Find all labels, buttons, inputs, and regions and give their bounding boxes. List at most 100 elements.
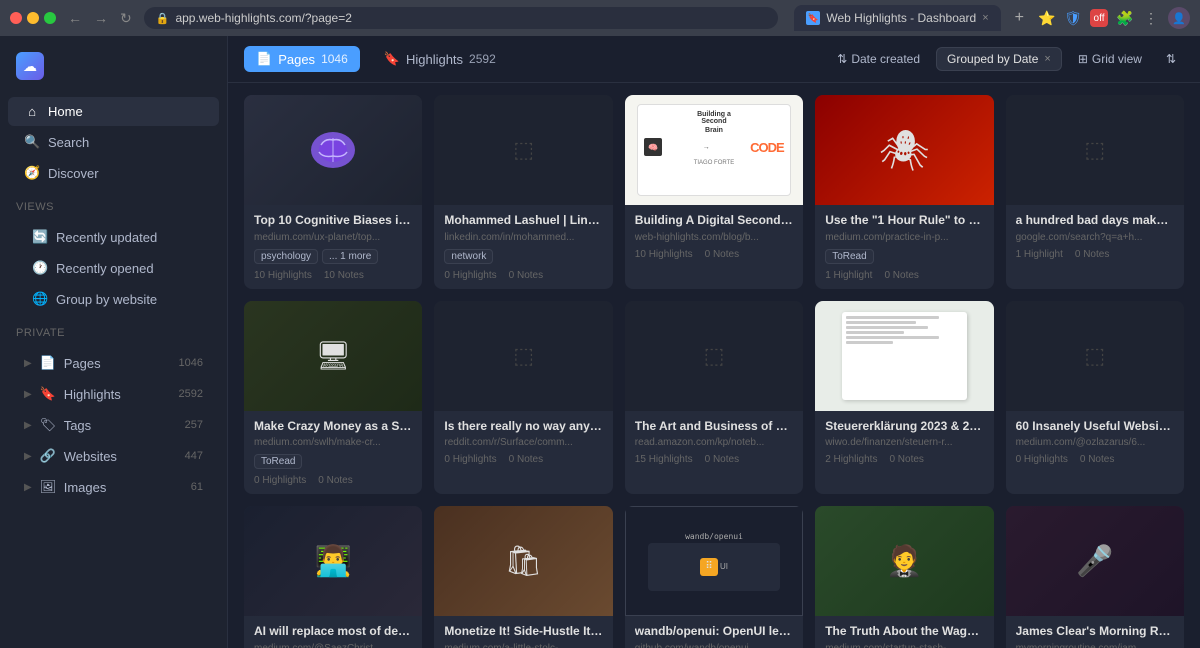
home-icon: ⌂ (24, 104, 40, 119)
card-item[interactable]: 🎤 James Clear's Morning Rout... mymornin… (1006, 506, 1184, 648)
highlights-meta: 10 Highlights (635, 249, 693, 260)
discover-icon: 🧭 (24, 165, 40, 181)
notes-meta: 0 Notes (509, 270, 543, 281)
sort-button[interactable]: ⇅ Date created (829, 48, 928, 70)
back-button[interactable]: ← (64, 8, 86, 29)
card-meta: 1 Highlight 0 Notes (825, 270, 983, 281)
card-title: James Clear's Morning Rout... (1016, 624, 1174, 640)
card-body: The Truth About the Wage ... medium.com/… (815, 616, 993, 648)
card-item[interactable]: ⬚ Is there really no way anym... reddit.… (434, 301, 612, 495)
filter-close-icon[interactable]: × (1044, 53, 1050, 65)
card-thumbnail: 🖥 (244, 301, 422, 411)
card-item[interactable]: Steuererklärung 2023 & 20... wiwo.de/fin… (815, 301, 993, 495)
pages-label: Pages (64, 356, 171, 371)
tab-close-button[interactable]: × (982, 12, 988, 24)
extensions-icon[interactable]: 🧩 (1116, 9, 1134, 27)
card-item[interactable]: Top 10 Cognitive Biases in P... medium.c… (244, 95, 422, 289)
tab-favicon: 🔖 (806, 11, 820, 25)
card-item[interactable]: ⬚ The Art and Business of Onl... read.am… (625, 301, 803, 495)
tag-item[interactable]: ... 1 more (322, 249, 378, 264)
security-icon: 🔒 (156, 12, 170, 25)
card-url: linkedin.com/in/mohammed... (444, 232, 602, 243)
card-body: Make Crazy Money as a Sol... medium.com/… (244, 411, 422, 495)
sidebar-item-recently-opened[interactable]: 🕐 Recently opened (8, 253, 219, 283)
tags-count: 257 (185, 419, 203, 431)
profile-icon[interactable]: 👤 (1168, 7, 1190, 29)
tag-item[interactable]: network (444, 249, 493, 264)
sort-label: Date created (851, 52, 920, 66)
close-dot[interactable] (10, 12, 22, 24)
sidebar-item-group-by-website[interactable]: 🌐 Group by website (8, 284, 219, 314)
card-item[interactable]: 🤵 The Truth About the Wage ... medium.co… (815, 506, 993, 648)
card-item[interactable]: ⬚ Mohammed Lashuel | Linke... linkedin.c… (434, 95, 612, 289)
sort-icon: ⇅ (837, 52, 847, 66)
notes-meta: 10 Notes (324, 270, 364, 281)
options-button[interactable]: ⇅ (1158, 48, 1184, 70)
sidebar-logo[interactable]: ☁ (0, 44, 227, 92)
refresh-button[interactable]: ↻ (116, 8, 136, 29)
sidebar-item-pages[interactable]: ▶ 📄 Pages 1046 (8, 348, 219, 378)
new-tab-button[interactable]: + (1009, 7, 1030, 29)
highlights-tab-label: Highlights (406, 52, 463, 67)
minimize-dot[interactable] (27, 12, 39, 24)
sidebar-item-highlights[interactable]: ▶ 🔖 Highlights 2592 (8, 379, 219, 409)
notes-meta: 0 Notes (884, 270, 918, 281)
card-item[interactable]: Building aSecond Brain 🧠 → CODE TIAGO FO… (625, 95, 803, 289)
recently-updated-icon: 🔄 (32, 229, 48, 245)
card-url: medium.com/a-little-stolc-... (444, 643, 602, 648)
sidebar-item-home[interactable]: ⌂ Home (8, 97, 219, 126)
card-url: medium.com/swlh/make-cr... (254, 437, 412, 448)
forward-button[interactable]: → (90, 8, 112, 29)
grid-container: Top 10 Cognitive Biases in P... medium.c… (228, 83, 1200, 648)
sidebar-item-discover[interactable]: 🧭 Discover (8, 158, 219, 188)
views-section: 🔄 Recently updated 🕐 Recently opened 🌐 G… (0, 217, 227, 319)
highlights-icon: 🔖 (40, 386, 56, 402)
card-item[interactable]: 🖥 Make Crazy Money as a Sol... medium.co… (244, 301, 422, 495)
sidebar-item-websites[interactable]: ▶ 🔗 Websites 447 (8, 441, 219, 471)
sidebar-item-images[interactable]: ▶ 🖼 Images 61 (8, 472, 219, 502)
filter-chip[interactable]: Grouped by Date × (936, 47, 1062, 71)
pages-tab-count: 1046 (321, 52, 348, 66)
card-url: github.com/wandb/openui (635, 643, 793, 648)
card-thumbnail: 🛍 (434, 506, 612, 616)
tag-item[interactable]: ToRead (254, 454, 302, 469)
card-item[interactable]: 🛍 Monetize It! Side-Hustle It! I... medi… (434, 506, 612, 648)
sidebar-item-search[interactable]: 🔍 Search (8, 127, 219, 157)
browser-tab[interactable]: 🔖 Web Highlights - Dashboard × (794, 5, 1000, 31)
tag-item[interactable]: psychology (254, 249, 318, 264)
card-title: a hundred bad days make m... (1016, 213, 1174, 229)
notes-meta: 0 Notes (1075, 249, 1109, 260)
sidebar-item-tags[interactable]: ▶ 🏷 Tags 257 (8, 410, 219, 440)
filter-label: Grouped by Date (947, 52, 1038, 66)
card-thumbnail: 🎤 (1006, 506, 1184, 616)
card-item[interactable]: 🕷 Use the "1 Hour Rule" to Ca... medium.… (815, 95, 993, 289)
card-item[interactable]: ⬚ 60 Insanely Useful Website... medium.c… (1006, 301, 1184, 495)
maximize-dot[interactable] (44, 12, 56, 24)
sidebar-item-recently-updated[interactable]: 🔄 Recently updated (8, 222, 219, 252)
card-body: Is there really no way anym... reddit.co… (434, 411, 612, 474)
card-meta: 0 Highlights 0 Notes (444, 454, 602, 465)
browser-chrome: ← → ↻ 🔒 app.web-highlights.com/?page=2 🔖… (0, 0, 1200, 36)
highlights-tab[interactable]: 🔖 Highlights 2592 (372, 46, 508, 72)
url-text: app.web-highlights.com/?page=2 (175, 11, 351, 25)
pages-tab[interactable]: 📄 Pages 1046 (244, 46, 360, 72)
menu-icon[interactable]: ⋮ (1142, 9, 1160, 27)
grid-view-button[interactable]: ⊞ Grid view (1070, 48, 1150, 70)
card-url: medium.com/ux-planet/top... (254, 232, 412, 243)
shield-icon[interactable]: 🛡 (1064, 9, 1082, 27)
card-body: Building A Digital Second Br... web-high… (625, 205, 803, 268)
tag-item[interactable]: ToRead (825, 249, 873, 264)
pages-tab-label: Pages (278, 52, 315, 67)
card-body: James Clear's Morning Rout... mymorningr… (1006, 616, 1184, 648)
card-body: Steuererklärung 2023 & 20... wiwo.de/fin… (815, 411, 993, 474)
highlights-expand-icon: ▶ (24, 389, 32, 400)
address-bar[interactable]: 🔒 app.web-highlights.com/?page=2 (144, 7, 779, 29)
card-item[interactable]: wandb/openui ⠿ UI wandb/openui: OpenUI l… (625, 506, 803, 648)
bookmark-icon[interactable]: ⭐ (1038, 9, 1056, 27)
notes-meta: 0 Notes (889, 454, 923, 465)
private-section: ▶ 📄 Pages 1046 ▶ 🔖 Highlights 2592 ▶ 🏷 T… (0, 343, 227, 507)
websites-label: Websites (64, 449, 177, 464)
card-item[interactable]: 👨‍💻 AI will replace most of devel... med… (244, 506, 422, 648)
card-item[interactable]: ⬚ a hundred bad days make m... google.co… (1006, 95, 1184, 289)
extension-icon[interactable]: off (1090, 9, 1108, 27)
